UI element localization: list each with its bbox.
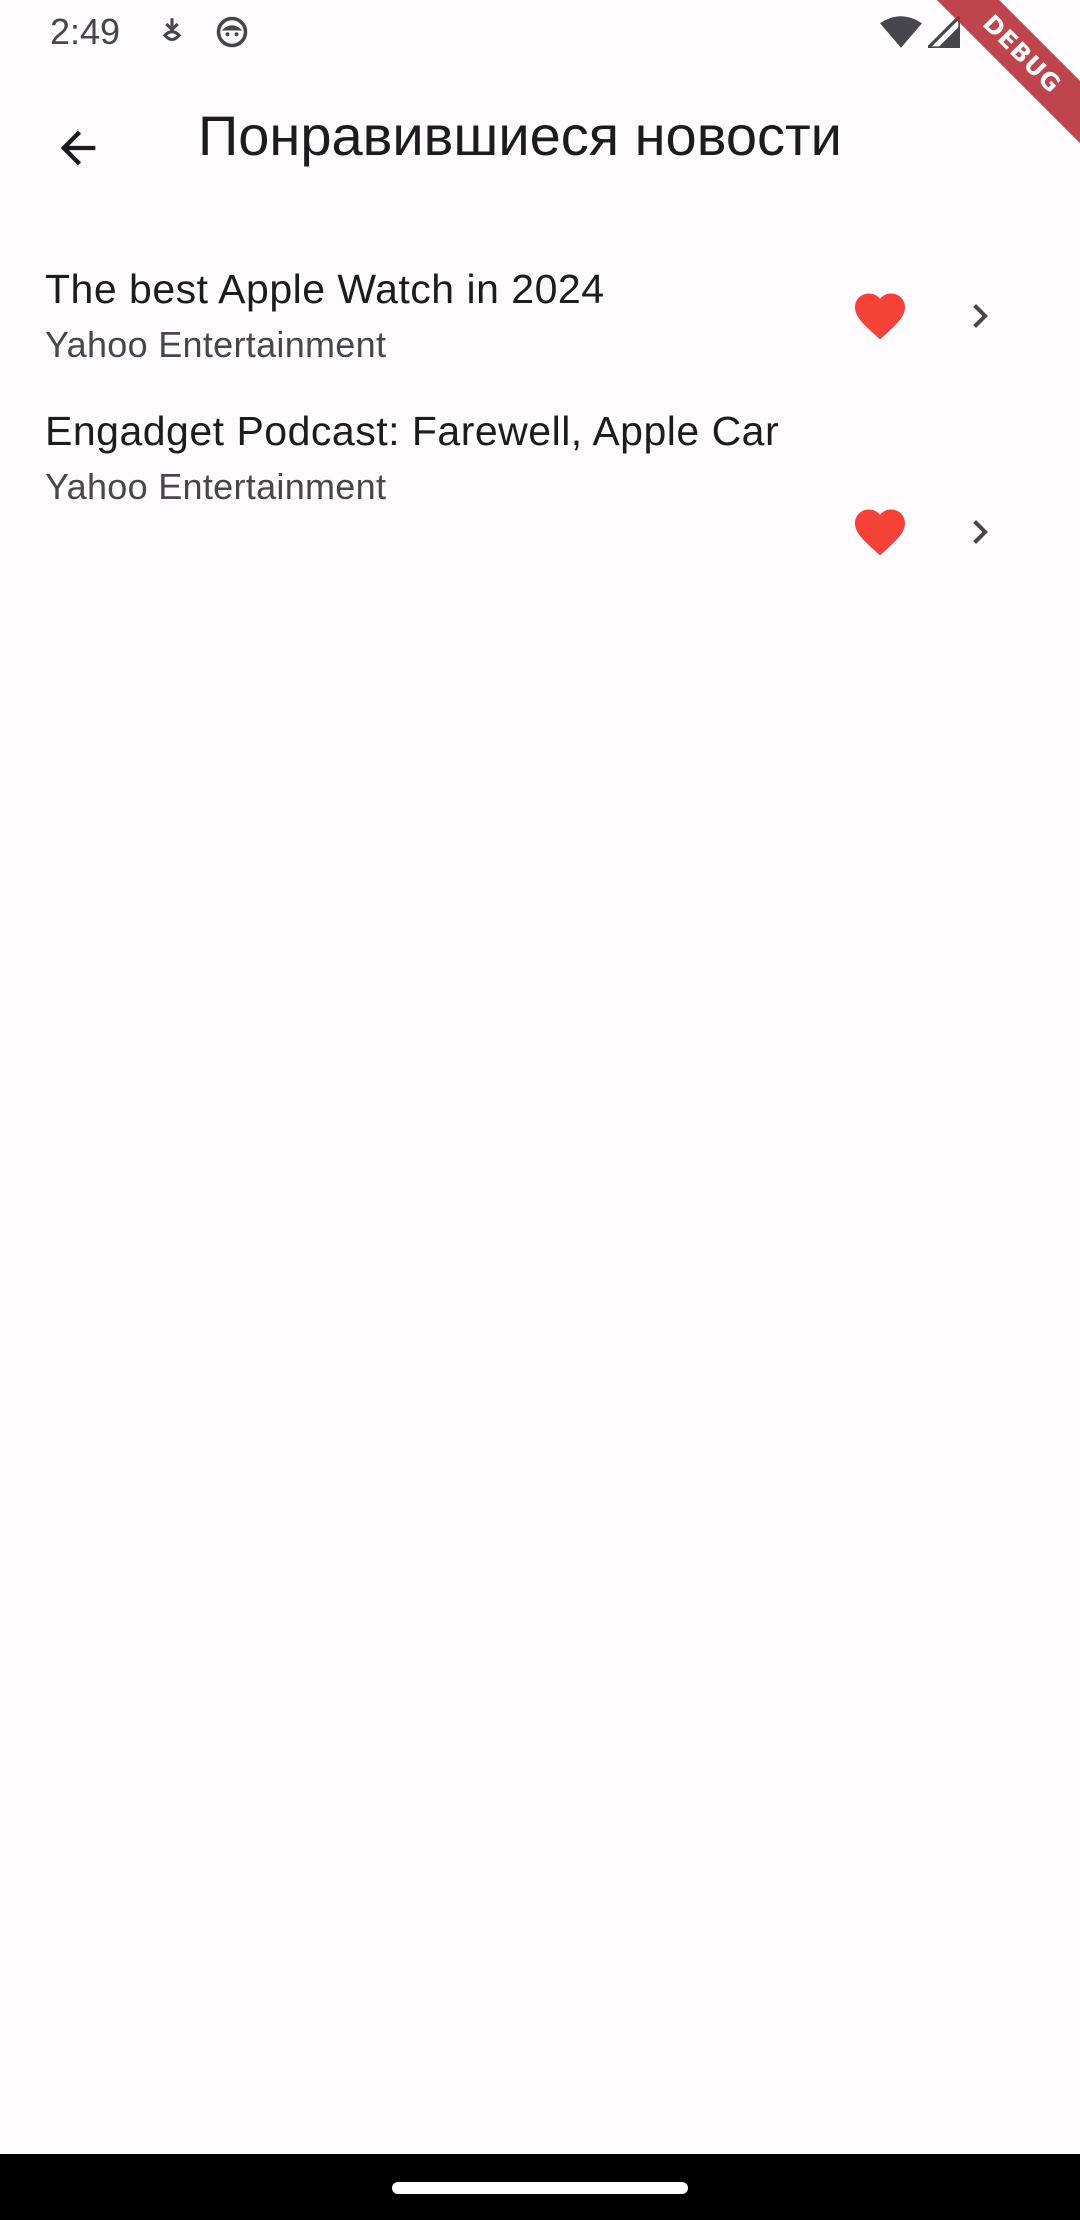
open-article-button[interactable] xyxy=(950,288,1010,348)
news-title: The best Apple Watch in 2024 xyxy=(45,266,605,312)
home-indicator[interactable] xyxy=(392,2182,688,2194)
chevron-right-icon xyxy=(956,508,1004,561)
news-source: Yahoo Entertainment xyxy=(45,466,387,507)
wifi-icon xyxy=(880,16,922,53)
list-item[interactable]: Engadget Podcast: Farewell, Apple Car Ya… xyxy=(0,398,1080,648)
like-button[interactable] xyxy=(848,286,912,350)
signal-icon xyxy=(924,12,962,53)
heart-icon xyxy=(850,502,910,567)
notification-icon xyxy=(155,14,189,53)
like-button[interactable] xyxy=(848,502,912,566)
arrow-back-icon xyxy=(52,122,104,179)
heart-icon xyxy=(850,286,910,351)
system-navigation-bar xyxy=(0,2154,1080,2220)
page-title: Понравившиеся новости xyxy=(198,104,842,167)
news-text: Engadget Podcast: Farewell, Apple Car Ya… xyxy=(45,398,805,510)
android-face-icon xyxy=(214,14,250,55)
chevron-right-icon xyxy=(956,292,1004,345)
status-time: 2:49 xyxy=(50,11,121,52)
status-bar: 2:49 xyxy=(0,0,1080,66)
liked-news-list: The best Apple Watch in 2024 Yahoo Enter… xyxy=(0,238,1080,648)
back-button[interactable] xyxy=(38,110,118,190)
open-article-button[interactable] xyxy=(950,504,1010,564)
news-title: Engadget Podcast: Farewell, Apple Car xyxy=(45,408,780,454)
news-text: The best Apple Watch in 2024 Yahoo Enter… xyxy=(45,256,805,368)
list-item[interactable]: The best Apple Watch in 2024 Yahoo Enter… xyxy=(0,238,1080,398)
app-bar: Понравившиеся новости xyxy=(0,66,1080,216)
news-source: Yahoo Entertainment xyxy=(45,324,387,365)
